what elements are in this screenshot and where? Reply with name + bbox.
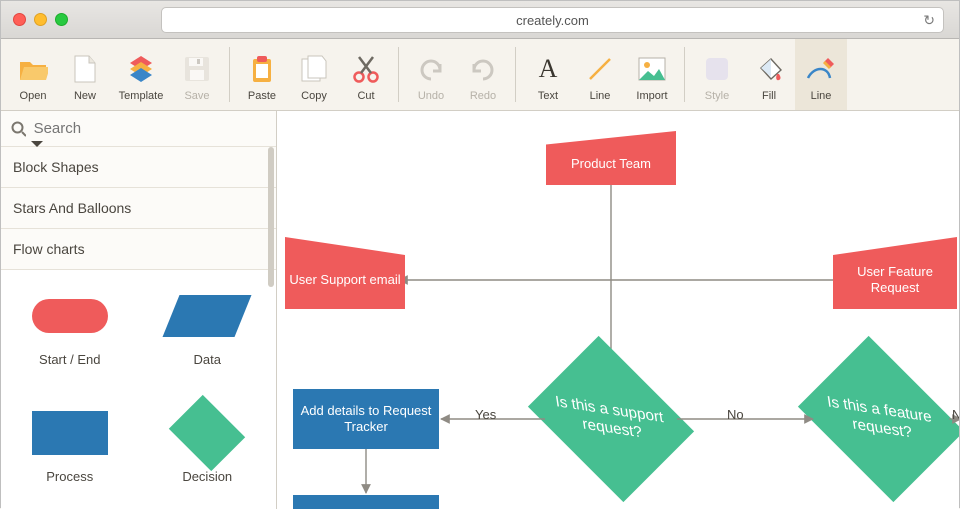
shape-process[interactable]: Process: [1, 403, 139, 509]
folder-open-icon: [18, 52, 48, 86]
shape-start-end[interactable]: Start / End: [1, 286, 139, 393]
zoom-window-button[interactable]: [55, 13, 68, 26]
search-input[interactable]: [34, 120, 266, 137]
document-new-icon: [73, 52, 97, 86]
import-image-icon: [638, 52, 666, 86]
undo-icon: [417, 52, 445, 86]
category-block-shapes[interactable]: Block Shapes: [1, 147, 276, 188]
edge-label-yes: Yes: [475, 407, 496, 422]
traffic-lights: [13, 13, 68, 26]
edge-label-no: No: [727, 407, 744, 422]
shape-palette: Start / End Data Process Decision: [1, 270, 276, 509]
text-tool-button[interactable]: A Text: [522, 39, 574, 110]
dropdown-caret-icon: [31, 141, 43, 147]
style-button[interactable]: Style: [691, 39, 743, 110]
fill-button[interactable]: Fill: [743, 39, 795, 110]
node-user-feature[interactable]: User Feature Request: [833, 237, 957, 309]
shape-sidebar: Block Shapes Stars And Balloons Flow cha…: [1, 111, 277, 509]
toolbar-separator: [398, 47, 399, 102]
category-flow-charts[interactable]: Flow charts: [1, 229, 276, 270]
toolbar-separator: [515, 47, 516, 102]
redo-button[interactable]: Redo: [457, 39, 509, 110]
close-window-button[interactable]: [13, 13, 26, 26]
line-icon: [587, 52, 613, 86]
shape-search: [1, 111, 276, 147]
copy-button[interactable]: Copy: [288, 39, 340, 110]
redo-icon: [469, 52, 497, 86]
node-support-question[interactable]: Is this a support request?: [561, 369, 661, 469]
diagram-canvas[interactable]: Product Team User Support email User Fea…: [277, 111, 959, 509]
search-icon: [11, 121, 26, 137]
save-icon: [184, 52, 210, 86]
node-product-team[interactable]: Product Team: [546, 131, 676, 185]
line-style-button[interactable]: Line: [795, 39, 847, 110]
workspace: Block Shapes Stars And Balloons Flow cha…: [1, 111, 959, 509]
shape-decision[interactable]: Decision: [139, 403, 277, 509]
new-button[interactable]: New: [59, 39, 111, 110]
reload-icon[interactable]: ↻: [923, 12, 935, 29]
node-user-support[interactable]: User Support email: [285, 237, 405, 309]
text-icon: A: [539, 52, 558, 86]
pencil-line-icon: [806, 52, 836, 86]
sidebar-scrollbar[interactable]: [268, 147, 274, 507]
template-button[interactable]: Template: [111, 39, 171, 110]
template-icon: [126, 52, 156, 86]
paste-button[interactable]: Paste: [236, 39, 288, 110]
undo-button[interactable]: Undo: [405, 39, 457, 110]
browser-chrome: creately.com ↻: [1, 1, 959, 39]
shape-data[interactable]: Data: [139, 286, 277, 393]
line-tool-button[interactable]: Line: [574, 39, 626, 110]
paste-icon: [250, 52, 274, 86]
url-text: creately.com: [516, 13, 589, 28]
style-icon: [704, 52, 730, 86]
import-button[interactable]: Import: [626, 39, 678, 110]
minimize-window-button[interactable]: [34, 13, 47, 26]
open-button[interactable]: Open: [7, 39, 59, 110]
node-partial-bottom[interactable]: [293, 495, 439, 509]
save-button[interactable]: Save: [171, 39, 223, 110]
cut-icon: [353, 52, 379, 86]
category-stars-balloons[interactable]: Stars And Balloons: [1, 188, 276, 229]
main-toolbar: Open New Template Save: [1, 39, 959, 111]
toolbar-separator: [229, 47, 230, 102]
cut-button[interactable]: Cut: [340, 39, 392, 110]
toolbar-separator: [684, 47, 685, 102]
fill-bucket-icon: [755, 52, 783, 86]
copy-icon: [300, 52, 328, 86]
url-bar[interactable]: creately.com ↻: [161, 7, 944, 33]
edge-label-n: N: [952, 407, 959, 422]
node-add-details[interactable]: Add details to Request Tracker: [293, 389, 439, 449]
node-feature-question[interactable]: Is this a feature request?: [831, 369, 931, 469]
